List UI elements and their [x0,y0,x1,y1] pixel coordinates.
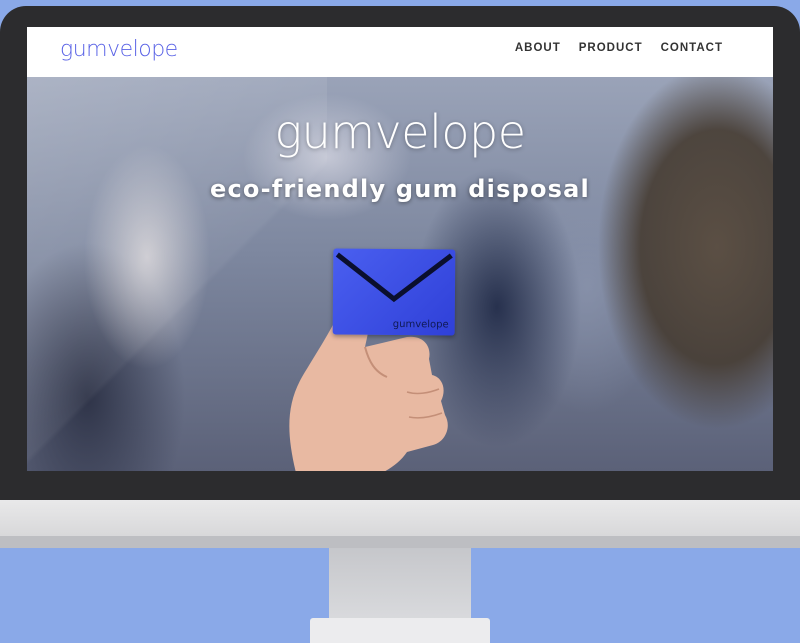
screen: gumvelope ABOUT PRODUCT CONTACT gumvelop… [27,27,773,471]
navbar: gumvelope ABOUT PRODUCT CONTACT [27,27,773,77]
nav-links: ABOUT PRODUCT CONTACT [515,42,723,54]
hero-tagline: eco-friendly gum disposal [210,175,590,203]
monitor-chin-shadow [0,536,800,548]
nav-link-about[interactable]: ABOUT [515,42,561,54]
monitor-stand-neck [329,548,471,620]
site-logo[interactable]: gumvelope [60,37,178,62]
card-label: gumvelope [392,318,449,331]
nav-link-product[interactable]: PRODUCT [579,42,643,54]
nav-link-contact[interactable]: CONTACT [661,42,723,54]
hero-title: gumvelope [274,105,526,159]
envelope-card: gumvelope [332,248,456,336]
monitor-stand-base [310,618,490,643]
